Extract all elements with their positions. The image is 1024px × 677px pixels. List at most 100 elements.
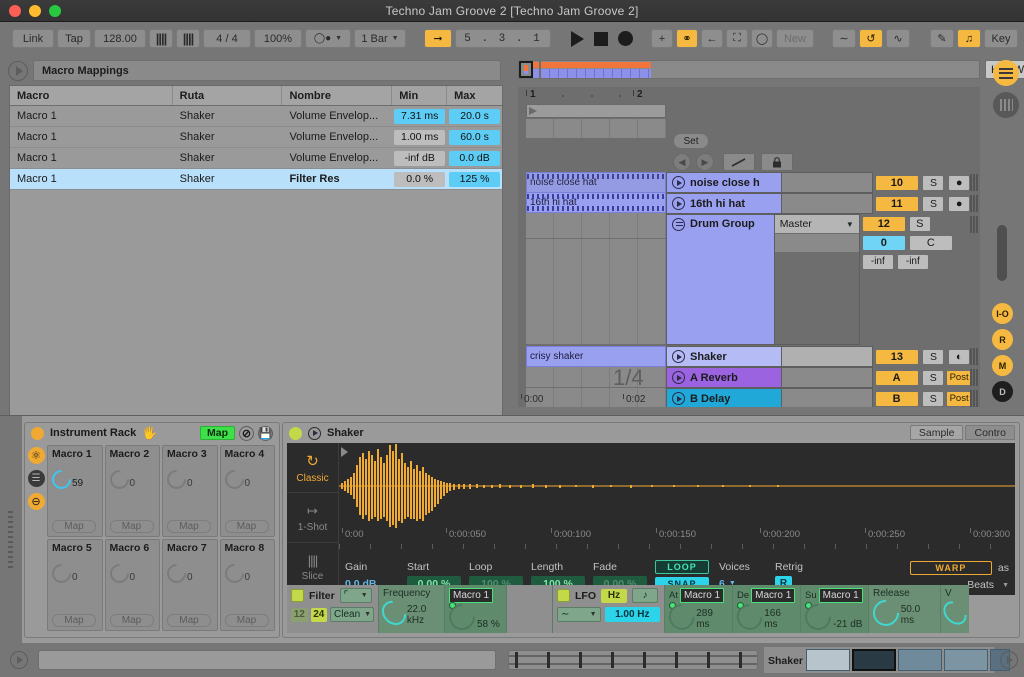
clip-slot[interactable]: 16th hi hat <box>526 192 666 213</box>
cell-max[interactable]: 20.0 s <box>447 106 502 126</box>
loop-icon[interactable]: ↺ <box>859 29 883 48</box>
macro-control-7[interactable]: Macro 7 0 Map <box>162 539 218 631</box>
linear-ramp-icon[interactable] <box>723 153 755 171</box>
punch-icon[interactable]: ⛶ <box>726 29 748 48</box>
macro-control-1[interactable]: Macro 1 59 Map <box>47 445 103 537</box>
show-chain-list-icon[interactable]: ☰ <box>28 470 45 487</box>
attack-macro-tag[interactable]: Macro 1 <box>680 588 724 603</box>
output-channel-select[interactable] <box>775 234 859 253</box>
device-thumbnail[interactable] <box>944 649 988 671</box>
loop-brace[interactable] <box>526 104 666 118</box>
filter-frequency-section[interactable]: Frequency 22.0 kHz <box>379 585 445 633</box>
tab-controls[interactable]: Contro <box>965 425 1015 440</box>
show-macros-icon[interactable]: ⚛ <box>28 447 45 464</box>
macro-knob[interactable] <box>110 470 129 489</box>
macro-control-4[interactable]: Macro 4 0 Map <box>220 445 276 537</box>
launch-play-icon[interactable] <box>672 176 685 189</box>
macro-knob[interactable] <box>225 564 244 583</box>
cell-max[interactable]: 60.0 s <box>447 127 502 147</box>
cell-max[interactable]: 0.0 dB <box>447 148 502 168</box>
sustain-macro-tag[interactable]: Macro 1 <box>819 588 863 603</box>
link-button[interactable]: Link <box>12 29 54 48</box>
velocity-knob[interactable] <box>945 600 965 626</box>
drag-handle[interactable] <box>8 511 13 571</box>
track-header[interactable]: 16th hi hat 11 S ● <box>666 193 980 214</box>
track-header[interactable]: Shaker 13 S ◐ <box>666 346 980 367</box>
lfo-rate-hz-button[interactable]: Hz <box>601 589 627 603</box>
automation-arm-icon[interactable]: ⚭ <box>676 29 698 48</box>
tab-sample[interactable]: Sample <box>910 425 964 440</box>
status-message-field[interactable] <box>38 650 496 670</box>
track-routing[interactable] <box>782 346 873 367</box>
macro-map-button[interactable]: Map <box>167 520 211 533</box>
macro-knob[interactable] <box>225 470 244 489</box>
column-header-macro[interactable]: Macro <box>10 86 173 105</box>
device-thumbnail[interactable] <box>898 649 942 671</box>
table-row-selected[interactable]: Macro 1 Shaker Filter Res 0.0 % 125 % <box>10 169 502 190</box>
prev-icon[interactable]: ◀ <box>673 153 691 171</box>
table-row[interactable]: Macro 1 Shaker Volume Envelop... -inf dB… <box>10 148 502 169</box>
tap-tempo-button[interactable]: Tap <box>57 29 91 48</box>
pan-mode-label[interactable]: C <box>909 235 953 251</box>
launch-play-icon[interactable] <box>672 350 685 363</box>
delay-toggle-button[interactable]: D <box>992 381 1013 402</box>
device-thumbnail-selected[interactable] <box>852 649 896 671</box>
decay-knob[interactable] <box>737 604 762 630</box>
macro-control-3[interactable]: Macro 3 0 Map <box>162 445 218 537</box>
metronome-alt-icon[interactable]: |||| <box>176 29 200 48</box>
group-track-icon[interactable] <box>672 218 685 231</box>
clip-slot-empty[interactable] <box>526 367 666 388</box>
status-expand-right-icon[interactable] <box>1000 651 1018 669</box>
warp-toggle-button[interactable]: WARP <box>910 561 992 575</box>
macro-map-button[interactable]: Map <box>52 520 96 533</box>
column-header-max[interactable]: Max <box>447 86 502 105</box>
hamburger-icon[interactable] <box>993 60 1019 86</box>
stop-icon[interactable] <box>594 32 608 46</box>
release-knob[interactable] <box>873 600 899 626</box>
filter-circuit-select[interactable]: Clean▼ <box>330 607 374 622</box>
track-number[interactable]: 13 <box>875 349 919 365</box>
curve-up-icon[interactable]: ∿ <box>886 29 910 48</box>
clip-slot[interactable]: noise close hat <box>526 172 666 193</box>
res-macro-tag[interactable]: Macro 1 <box>449 588 493 603</box>
solo-button[interactable]: S <box>922 349 944 365</box>
solo-button[interactable]: S <box>922 196 944 212</box>
track-number[interactable]: 12 <box>862 216 906 232</box>
curve-down-icon[interactable]: ∼ <box>832 29 856 48</box>
song-position-field[interactable]: 5 . 3 . 1 <box>455 29 551 48</box>
solo-button[interactable]: S <box>909 216 931 232</box>
macro-map-button[interactable]: Map <box>167 614 211 627</box>
envelope-decay-section[interactable]: De Macro 1 166 ms <box>733 585 801 633</box>
envelope-attack-section[interactable]: At Macro 1 289 ms <box>665 585 733 633</box>
cell-min[interactable]: -inf dB <box>392 148 447 168</box>
track-header-group[interactable]: Drum Group Master ▼ 12 S 0 <box>666 214 980 345</box>
attack-knob[interactable] <box>669 604 694 630</box>
map-mode-button[interactable]: Map <box>200 426 235 440</box>
frequency-knob[interactable] <box>383 600 405 626</box>
filter-slope-12[interactable]: 12 <box>291 608 308 622</box>
record-icon[interactable] <box>618 31 633 46</box>
macro-map-button[interactable]: Map <box>225 520 269 533</box>
solo-button[interactable]: S <box>922 370 944 386</box>
follow-icon[interactable]: ◯●▼ <box>305 29 351 48</box>
random-icon[interactable]: ⊘ <box>239 426 254 441</box>
sustain-knob[interactable] <box>805 604 831 630</box>
new-button[interactable]: New <box>776 29 814 48</box>
device-activator-icon[interactable] <box>31 427 44 440</box>
macro-control-2[interactable]: Macro 2 0 Map <box>105 445 161 537</box>
macro-knob[interactable] <box>167 564 186 583</box>
macro-knob[interactable] <box>52 564 71 583</box>
computer-midi-keyboard-icon[interactable]: ♫ <box>957 29 981 48</box>
column-header-nombre[interactable]: Nombre <box>282 86 392 105</box>
lfo-shape-select[interactable]: ∼▼ <box>557 607 601 622</box>
macro-control-8[interactable]: Macro 8 0 Map <box>220 539 276 631</box>
launch-play-icon[interactable] <box>672 197 685 210</box>
tempo-field[interactable]: 128.00 <box>94 29 146 48</box>
macro-map-button[interactable]: Map <box>52 614 96 627</box>
metronome-icon[interactable]: |||| <box>149 29 173 48</box>
macro-knob[interactable] <box>110 564 129 583</box>
global-quantization-display[interactable]: 1/4 <box>613 365 644 391</box>
track-header-return[interactable]: A Reverb A S Post <box>666 367 980 388</box>
add-icon[interactable]: + <box>651 29 673 48</box>
macro-map-button[interactable]: Map <box>225 614 269 627</box>
